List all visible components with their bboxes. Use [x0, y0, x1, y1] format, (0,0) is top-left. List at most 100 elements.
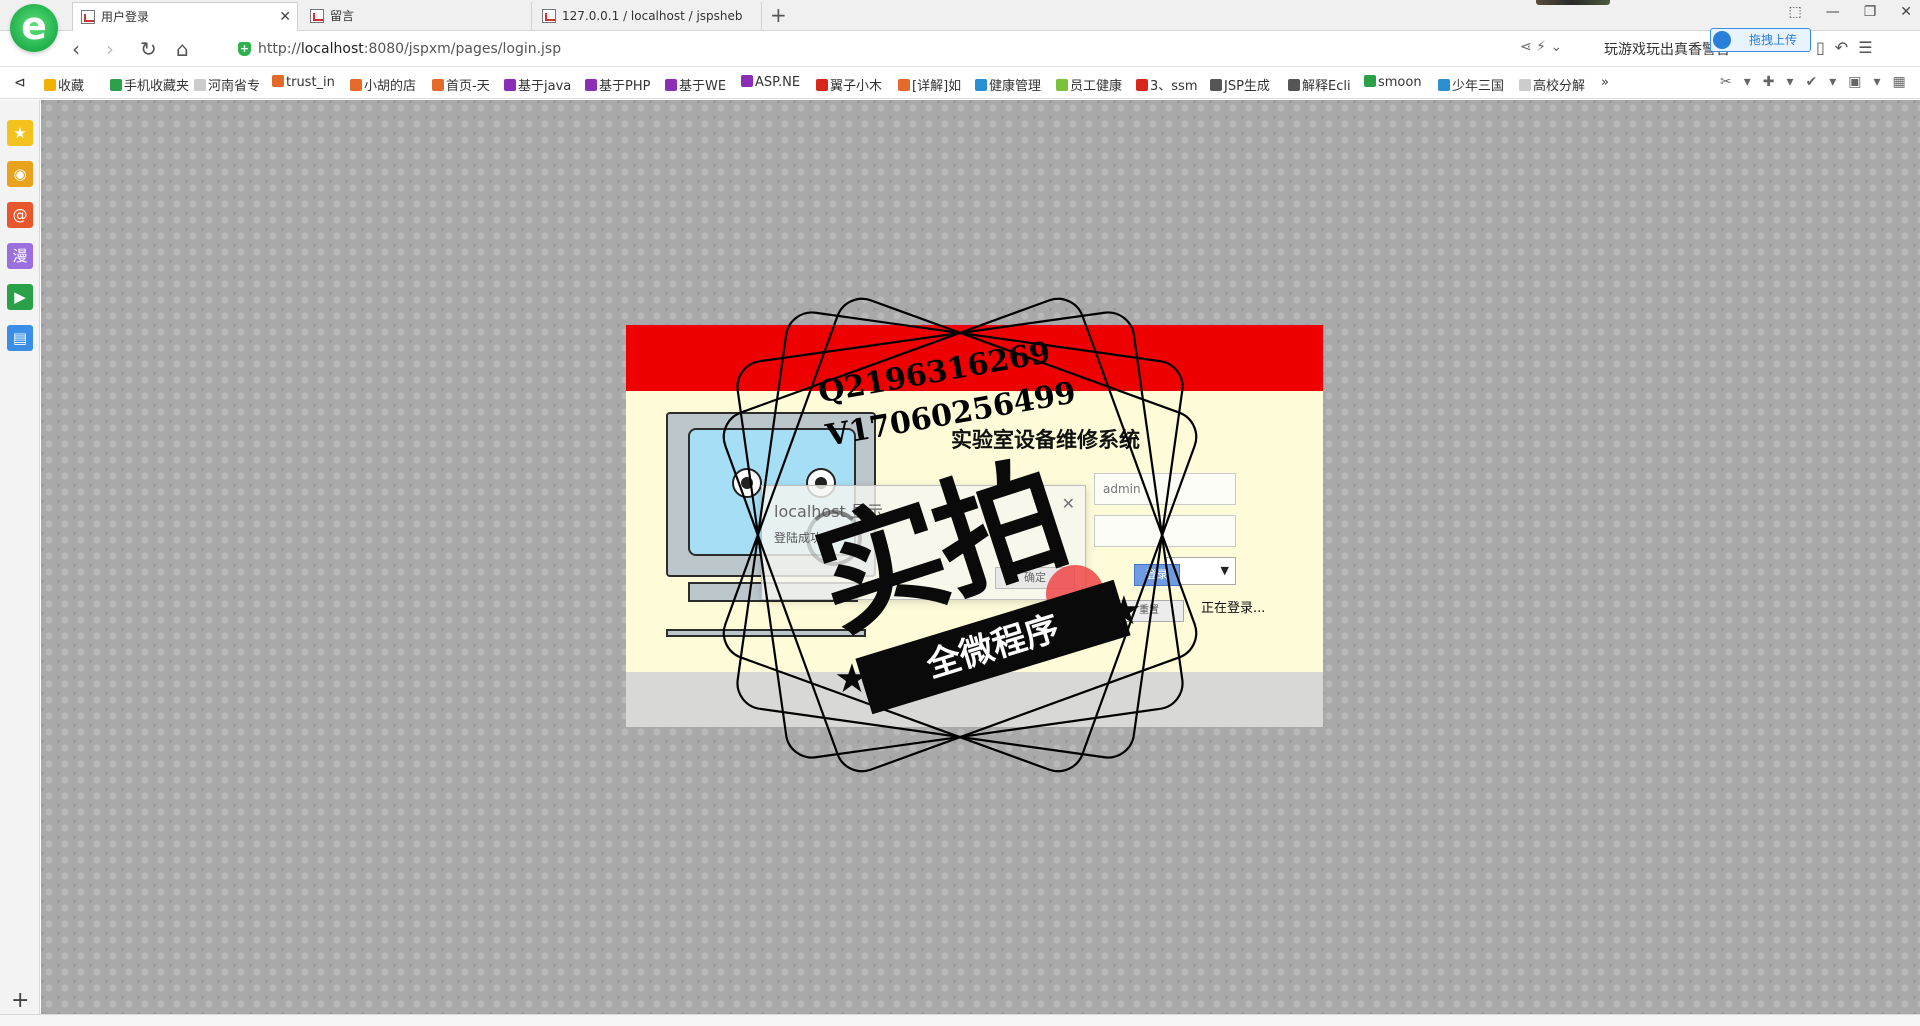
- bookmark-favicon-icon: [432, 79, 444, 91]
- tab-bar: e 用户登录 ✕ 留言 127.0.0.1 / localhost / jsps…: [0, 0, 1920, 52]
- home-icon[interactable]: ⌂: [176, 37, 189, 61]
- bookmark-item[interactable]: 少年三国: [1438, 75, 1504, 94]
- bookmark-favicon-icon: [585, 79, 597, 91]
- bookmark-favicon-icon: [1210, 79, 1222, 91]
- bookmark-label: 高校分解: [1533, 79, 1586, 94]
- toolbar-menu-icon[interactable]: ▯↶☰: [1816, 38, 1883, 57]
- bookmark-item[interactable]: 首页-天: [432, 75, 490, 94]
- new-tab-button[interactable]: +: [770, 3, 787, 27]
- bookmark-label: 少年三国: [1452, 79, 1505, 94]
- minimize-icon[interactable]: —: [1826, 4, 1840, 20]
- skin-icon[interactable]: ⬚: [1788, 4, 1801, 20]
- back-icon[interactable]: ‹: [72, 37, 80, 61]
- bookmark-favicon-icon: [975, 79, 987, 91]
- bookmark-item[interactable]: 高校分解: [1519, 75, 1585, 94]
- page-favicon-icon: [542, 9, 556, 23]
- document-icon[interactable]: ▤: [7, 325, 33, 351]
- bookmark-favicon-icon: [1056, 79, 1068, 91]
- bookmark-favicon-icon: [44, 79, 56, 91]
- mail-icon[interactable]: @: [7, 202, 33, 228]
- bookmarks-more[interactable]: »: [1601, 75, 1609, 90]
- bookmark-item[interactable]: smoon: [1364, 75, 1422, 90]
- bookmark-favicon-icon: [1364, 75, 1376, 87]
- url-rest: :8080/jspxm/pages/login.jsp: [363, 41, 562, 57]
- bookmark-item[interactable]: 小胡的店: [350, 75, 416, 94]
- url-host: localhost: [300, 41, 364, 57]
- tab-login[interactable]: 用户登录 ✕: [72, 2, 298, 31]
- secure-shield-icon: +: [238, 42, 251, 56]
- bookmark-favicon-icon: [110, 79, 122, 91]
- bookmark-label: smoon: [1378, 75, 1422, 90]
- password-field[interactable]: [1094, 515, 1236, 547]
- tab-phpmyadmin[interactable]: 127.0.0.1 / localhost / jspsheb: [534, 2, 762, 31]
- tab-title: 127.0.0.1 / localhost / jspsheb: [562, 9, 743, 23]
- password-input[interactable]: [1095, 516, 1235, 546]
- browser-logo-icon[interactable]: e: [10, 4, 58, 52]
- collapse-sidebar-icon[interactable]: ⊲: [14, 75, 26, 91]
- bookmark-label: [详解]如: [912, 79, 962, 94]
- bookmarks-bar: ⊲ 收藏 手机收藏夹 河南省专 trust_in 小胡的店 首页-天 基于java 基于PHP…: [0, 67, 1920, 99]
- close-icon[interactable]: ✕: [1062, 494, 1075, 513]
- bookmark-favicon-icon: [504, 79, 516, 91]
- window-controls: ⬚ — ❐ ✕: [1788, 4, 1912, 20]
- bookmark-item[interactable]: 基于PHP: [585, 75, 650, 94]
- bookmark-favicon-icon: [898, 79, 910, 91]
- bookmark-label: JSP生成: [1224, 79, 1270, 94]
- bookmark-favicon-icon: [272, 75, 284, 87]
- upload-label: 拖拽上传: [1749, 33, 1798, 47]
- close-window-icon[interactable]: ✕: [1900, 4, 1912, 20]
- username-field[interactable]: [1094, 473, 1236, 505]
- bookmark-label: 解释Ecli: [1302, 79, 1351, 94]
- user-avatar[interactable]: [1536, 0, 1610, 5]
- login-button[interactable]: 登录: [1134, 564, 1180, 586]
- add-sidebar-item-button[interactable]: +: [11, 988, 29, 1013]
- url-prefix: http://: [258, 41, 301, 57]
- bookmark-label: 小胡的店: [364, 79, 417, 94]
- bookmark-label: 手机收藏夹: [124, 79, 190, 94]
- bookmark-item[interactable]: 收藏: [44, 75, 84, 94]
- upload-button[interactable]: 拖拽上传: [1710, 28, 1811, 52]
- bookmark-item[interactable]: 基于WE: [665, 75, 726, 94]
- weibo-icon[interactable]: ◉: [7, 161, 33, 187]
- bookmark-label: ASP.NE: [755, 75, 801, 90]
- close-tab-icon[interactable]: ✕: [279, 3, 291, 31]
- bookmark-label: trust_in: [286, 75, 335, 90]
- bookmark-item[interactable]: trust_in: [272, 75, 335, 90]
- bookmark-favicon-icon: [1519, 79, 1531, 91]
- star-icon: ★: [834, 656, 870, 702]
- forward-icon[interactable]: ›: [106, 37, 114, 61]
- bookmark-favicon-icon: [1438, 79, 1450, 91]
- comic-icon[interactable]: 漫: [7, 243, 33, 269]
- bookmark-item[interactable]: 河南省专: [194, 75, 260, 94]
- bookmark-item[interactable]: 3、ssm: [1136, 75, 1197, 94]
- bookmark-item[interactable]: 翼子小木: [816, 75, 882, 94]
- bookmark-item[interactable]: JSP生成: [1210, 75, 1270, 94]
- share-icon[interactable]: ⋖ ⚡ ⌄: [1520, 39, 1562, 55]
- bookmark-item[interactable]: 健康管理: [975, 75, 1041, 94]
- reload-icon[interactable]: ↻: [140, 37, 157, 61]
- bookmark-favicon-icon: [665, 79, 677, 91]
- star-icon[interactable]: ★: [7, 120, 33, 146]
- bookmark-favicon-icon: [816, 79, 828, 91]
- page-favicon-icon: [310, 9, 324, 23]
- bookmark-favicon-icon: [741, 75, 753, 87]
- bookmark-item[interactable]: [详解]如: [898, 75, 961, 94]
- bookmark-label: 基于WE: [679, 79, 727, 94]
- tab-title: 用户登录: [101, 10, 150, 24]
- side-panel: ★ ◉ @ 漫 ▶ ▤ +: [0, 100, 40, 1026]
- tab-title: 留言: [330, 9, 355, 23]
- bookmark-item[interactable]: 手机收藏夹: [110, 75, 189, 94]
- cloud-icon: [1713, 31, 1731, 49]
- restore-icon[interactable]: ❐: [1864, 4, 1877, 20]
- bookmark-favicon-icon: [194, 79, 206, 91]
- username-input[interactable]: [1095, 474, 1235, 504]
- bookmark-item[interactable]: 员工健康: [1056, 75, 1122, 94]
- star-icon: ★: [1106, 588, 1142, 634]
- tab-message[interactable]: 留言: [302, 2, 532, 31]
- address-bar[interactable]: + http://localhost:8080/jspxm/pages/logi…: [232, 36, 1512, 62]
- bookmark-item[interactable]: ASP.NE: [741, 75, 800, 90]
- video-icon[interactable]: ▶: [7, 284, 33, 310]
- bookmark-item[interactable]: 基于java: [504, 75, 571, 94]
- bookmark-item[interactable]: 解释Ecli: [1288, 75, 1351, 94]
- extension-icons[interactable]: ✂▾✚▾✔▾▣▾▦: [1720, 74, 1918, 90]
